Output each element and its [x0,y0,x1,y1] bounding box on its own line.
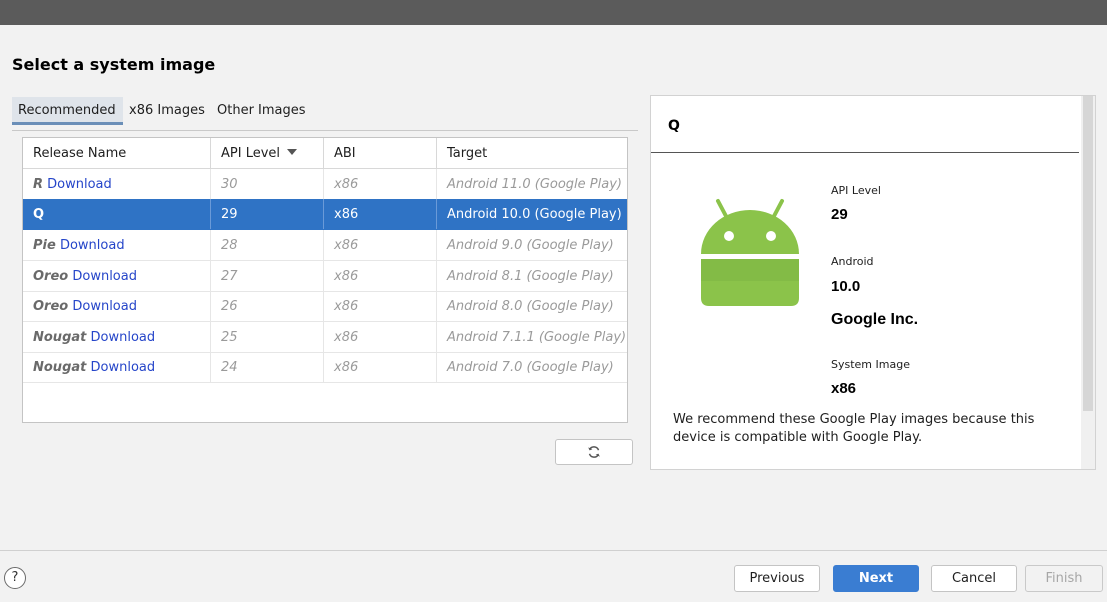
release-code-name: R [33,177,44,192]
column-header-abi[interactable]: ABI [324,138,437,168]
download-link[interactable]: Download [91,330,156,345]
release-code-name: Oreo [33,269,69,284]
api-level-cell: 28 [211,230,324,260]
release-code-name: Nougat [33,360,87,375]
release-code-name: Q [33,207,45,222]
table-row[interactable]: R Download 30 x86 Android 11.0 (Google P… [23,169,627,200]
release-name-cell: Oreo Download [23,261,211,291]
release-name-cell: Oreo Download [23,291,211,321]
android-logo-icon [701,199,799,306]
table-header: Release Name API Level ABI Target [23,138,627,169]
column-header-target[interactable]: Target [437,138,627,168]
api-level-cell: 25 [211,322,324,352]
system-image-table: Release Name API Level ABI Target R Down… [22,137,628,423]
table-row-selected[interactable]: Q 29 x86 Android 10.0 (Google Play) [23,199,627,230]
api-level-label: API Level [831,184,881,197]
column-header-label: ABI [334,146,356,161]
release-name-cell: Nougat Download [23,352,211,382]
abi-cell: x86 [324,199,437,229]
release-name-cell: Q [23,199,211,229]
column-header-label: API Level [221,146,281,161]
tab-other-images[interactable]: Other Images [217,97,306,127]
api-level-cell: 27 [211,261,324,291]
column-header-release-name[interactable]: Release Name [23,138,211,168]
system-image-value: x86 [831,380,857,397]
table-row[interactable]: Pie Download 28 x86 Android 9.0 (Google … [23,230,627,261]
refresh-button[interactable] [555,439,633,465]
column-header-label: Release Name [33,146,127,161]
abi-cell: x86 [324,352,437,382]
release-code-name: Pie [33,238,56,253]
api-level-cell: 29 [211,199,324,229]
target-cell: Android 9.0 (Google Play) [447,238,614,253]
target-cell: Android 11.0 (Google Play) [447,177,622,192]
details-title: Q [668,118,680,134]
api-level-value: 29 [831,206,848,223]
image-details-panel: Q API Level 29 Android 10.0 Google Inc. … [650,95,1096,470]
details-scrollbar[interactable] [1081,96,1095,469]
release-name-cell: R Download [23,169,211,199]
previous-button[interactable]: Previous [734,565,820,592]
image-category-tabs: Recommended x86 Images Other Images [12,97,638,131]
release-code-name: Nougat [33,330,87,345]
target-cell: Android 8.1 (Google Play) [447,269,614,284]
download-link[interactable]: Download [72,269,137,284]
table-row[interactable]: Nougat Download 24 x86 Android 7.0 (Goog… [23,352,627,383]
download-link[interactable]: Download [47,177,112,192]
target-cell: Android 7.1.1 (Google Play) [447,330,627,345]
recommendation-text: We recommend these Google Play images be… [673,412,1035,445]
footer-divider [0,550,1107,551]
download-link[interactable]: Download [60,238,125,253]
api-level-cell: 30 [211,169,324,199]
target-cell: Android 8.0 (Google Play) [447,299,614,314]
tab-x86-images[interactable]: x86 Images [129,97,205,127]
sort-descending-icon [287,149,298,155]
column-header-api-level[interactable]: API Level [211,138,324,168]
system-image-label: System Image [831,358,910,371]
abi-cell: x86 [324,261,437,291]
next-button[interactable]: Next [833,565,919,592]
help-button[interactable]: ? [4,567,26,589]
target-cell: Android 10.0 (Google Play) [447,207,622,222]
release-code-name: Oreo [33,299,69,314]
finish-button: Finish [1025,565,1103,592]
tab-recommended[interactable]: Recommended [12,97,123,125]
scrollbar-thumb[interactable] [1083,96,1093,411]
abi-cell: x86 [324,322,437,352]
vendor-value: Google Inc. [831,311,919,328]
details-divider [651,152,1079,153]
column-header-label: Target [447,146,488,161]
android-version-value: 10.0 [831,278,861,295]
window-title-bar [0,0,1107,25]
android-label: Android [831,255,874,268]
abi-cell: x86 [324,230,437,260]
download-link[interactable]: Download [72,299,137,314]
release-name-cell: Nougat Download [23,322,211,352]
api-level-cell: 26 [211,291,324,321]
table-row[interactable]: Oreo Download 26 x86 Android 8.0 (Google… [23,291,627,322]
page-title: Select a system image [12,55,216,74]
abi-cell: x86 [324,169,437,199]
abi-cell: x86 [324,291,437,321]
download-link[interactable]: Download [91,360,156,375]
release-name-cell: Pie Download [23,230,211,260]
table-row[interactable]: Oreo Download 27 x86 Android 8.1 (Google… [23,261,627,292]
target-cell: Android 7.0 (Google Play) [447,360,614,375]
refresh-icon [588,446,600,458]
cancel-button[interactable]: Cancel [931,565,1017,592]
table-row[interactable]: Nougat Download 25 x86 Android 7.1.1 (Go… [23,322,627,353]
api-level-cell: 24 [211,352,324,382]
